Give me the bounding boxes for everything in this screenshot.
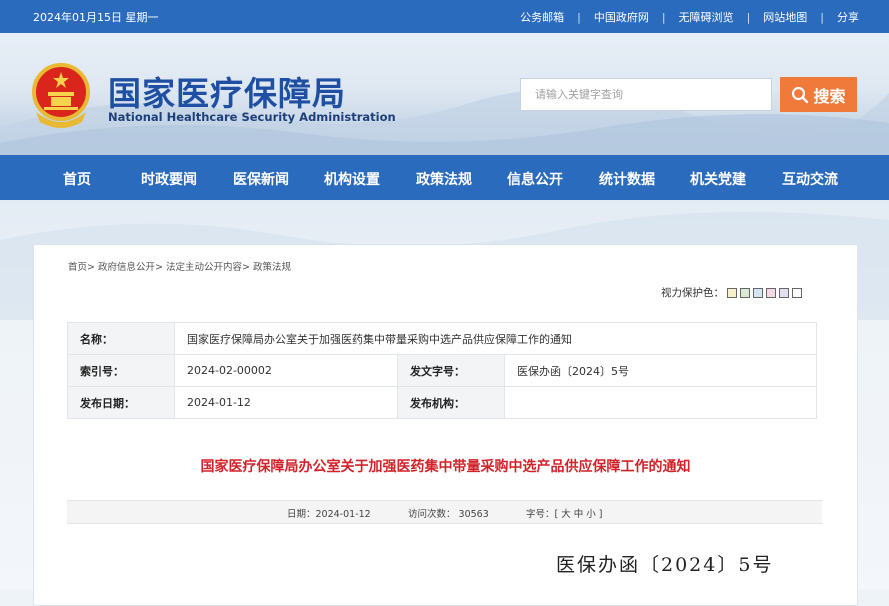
divider: | bbox=[577, 10, 581, 24]
content-panel: 首页> 政府信息公开> 法定主动公开内容> 政策法规 视力保护色： 名称： 国家… bbox=[33, 244, 858, 606]
breadcrumb: 首页> 政府信息公开> 法定主动公开内容> 政策法规 bbox=[68, 262, 292, 273]
main-nav: 首页 时政要闻 医保新闻 机构设置 政策法规 信息公开 统计数据 机关党建 互动… bbox=[0, 155, 889, 200]
nav-info-disclosure[interactable]: 信息公开 bbox=[507, 169, 563, 189]
org-label: 发布机构： bbox=[397, 386, 505, 419]
name-label: 名称： bbox=[67, 322, 175, 355]
link-accessibility[interactable]: 无障碍浏览 bbox=[679, 9, 734, 25]
docno-label: 发文字号： bbox=[397, 354, 505, 387]
search-button-label: 搜索 bbox=[813, 86, 846, 106]
eye-protection-label: 视力保护色： bbox=[661, 287, 724, 299]
eye-protection-selector: 视力保护色： bbox=[661, 285, 802, 300]
breadcrumb-home[interactable]: 首页 bbox=[68, 262, 87, 273]
docno-value: 医保办函〔2024〕5号 bbox=[504, 354, 817, 387]
link-share[interactable]: 分享 bbox=[837, 9, 859, 25]
site-title: 国家医疗保障局 bbox=[108, 74, 346, 113]
article-date: 日期：2024-01-12 bbox=[287, 509, 371, 520]
article-info-bar: 日期：2024-01-12 访问次数： 30563 字号：[ 大 中 小 ] bbox=[67, 500, 822, 524]
national-emblem-icon bbox=[32, 63, 90, 128]
nav-statistics[interactable]: 统计数据 bbox=[599, 169, 655, 189]
nav-policies[interactable]: 政策法规 bbox=[416, 169, 472, 189]
nav-organization[interactable]: 机构设置 bbox=[324, 169, 380, 189]
date-value: 2024-01-12 bbox=[174, 386, 398, 419]
color-swatch-green[interactable] bbox=[740, 287, 750, 298]
link-sitemap[interactable]: 网站地图 bbox=[763, 9, 807, 25]
current-date: 2024年01月15日 星期一 bbox=[33, 11, 159, 24]
document-number: 医保办函〔2024〕5号 bbox=[556, 554, 774, 576]
breadcrumb-policies[interactable]: 政策法规 bbox=[253, 262, 291, 273]
link-mail[interactable]: 公务邮箱 bbox=[520, 9, 564, 25]
document-metadata-table: 名称： 国家医疗保障局办公室关于加强医药集中带量采购中选产品供应保障工作的通知 … bbox=[67, 322, 817, 419]
color-swatch-yellow[interactable] bbox=[727, 287, 737, 298]
index-value: 2024-02-00002 bbox=[174, 354, 398, 387]
search-input[interactable] bbox=[520, 78, 772, 111]
divider: | bbox=[820, 10, 824, 24]
breadcrumb-mandatory[interactable]: 法定主动公开内容 bbox=[166, 262, 242, 273]
nav-news[interactable]: 时政要闻 bbox=[141, 169, 197, 189]
site-subtitle: National Healthcare Security Administrat… bbox=[108, 110, 396, 124]
search-button[interactable]: 搜索 bbox=[780, 77, 857, 112]
visit-count: 访问次数： 30563 bbox=[408, 509, 489, 520]
font-size-control[interactable]: 字号：[ 大 中 小 ] bbox=[526, 506, 603, 520]
color-swatch-purple[interactable] bbox=[779, 287, 789, 298]
index-label: 索引号： bbox=[67, 354, 175, 387]
site-header: 国家医疗保障局 National Healthcare Security Adm… bbox=[0, 33, 889, 155]
article-title: 国家医疗保障局办公室关于加强医药集中带量采购中选产品供应保障工作的通知 bbox=[200, 459, 691, 475]
nav-party[interactable]: 机关党建 bbox=[690, 169, 746, 189]
nav-healthcare-news[interactable]: 医保新闻 bbox=[233, 169, 289, 189]
top-bar: 2024年01月15日 星期一 公务邮箱 | 中国政府网 | 无障碍浏览 | 网… bbox=[0, 0, 889, 33]
top-links: 公务邮箱 | 中国政府网 | 无障碍浏览 | 网站地图 | 分享 bbox=[520, 9, 859, 25]
color-swatch-pink[interactable] bbox=[766, 287, 776, 298]
color-swatch-white[interactable] bbox=[792, 287, 802, 298]
search-icon bbox=[792, 86, 809, 103]
nav-interaction[interactable]: 互动交流 bbox=[782, 169, 838, 189]
divider: | bbox=[746, 10, 751, 24]
org-value bbox=[504, 386, 817, 419]
nav-home[interactable]: 首页 bbox=[63, 169, 91, 189]
color-swatch-blue[interactable] bbox=[753, 287, 763, 298]
breadcrumb-info[interactable]: 政府信息公开 bbox=[98, 262, 155, 273]
date-label: 发布日期： bbox=[67, 386, 175, 419]
link-gov[interactable]: 中国政府网 bbox=[594, 9, 649, 25]
name-value: 国家医疗保障局办公室关于加强医药集中带量采购中选产品供应保障工作的通知 bbox=[174, 322, 817, 355]
divider: | bbox=[661, 10, 666, 24]
